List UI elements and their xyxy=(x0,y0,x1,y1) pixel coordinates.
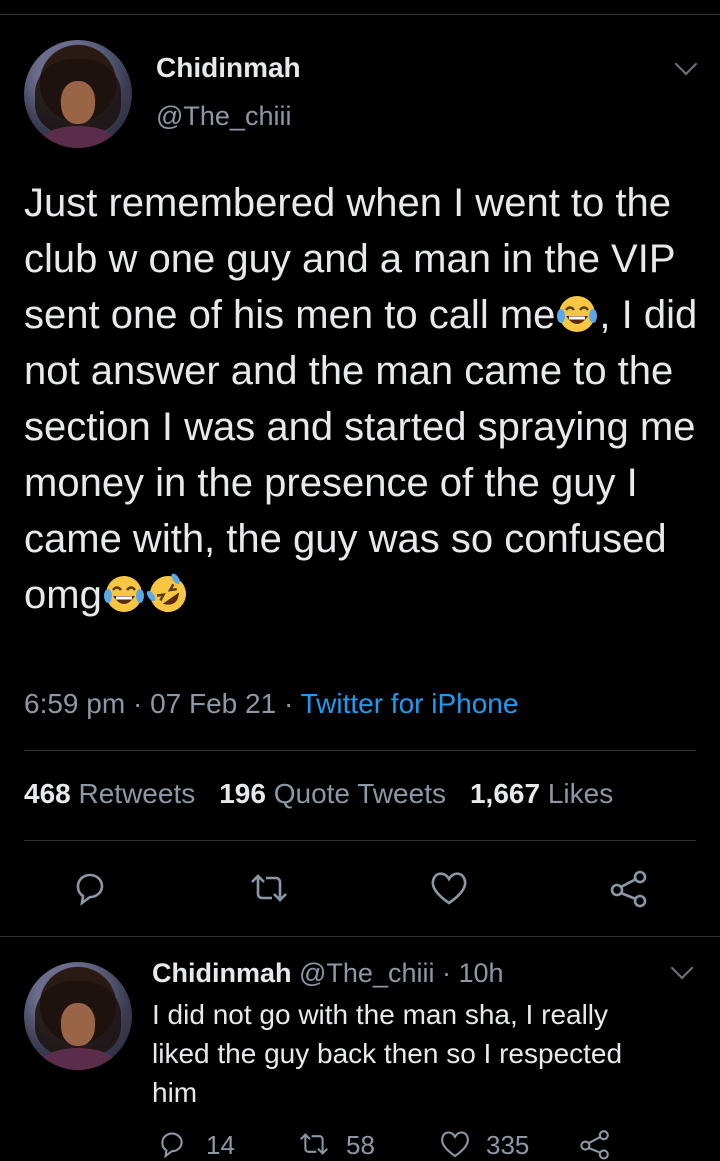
share-icon[interactable] xyxy=(578,1128,612,1160)
chevron-down-icon[interactable] xyxy=(670,956,694,980)
author-avatar[interactable] xyxy=(24,40,132,148)
retweets-count: 468 xyxy=(24,778,71,809)
likes-stat[interactable]: 1,667 Likes xyxy=(470,778,613,809)
like-icon[interactable] xyxy=(428,868,470,908)
retweet-icon[interactable] xyxy=(296,1128,332,1160)
thread-separator xyxy=(0,936,720,937)
tears-of-joy-emoji-icon xyxy=(102,572,146,616)
author-name[interactable]: Chidinmah xyxy=(156,52,301,84)
tweet-meta: 6:59 pm · 07 Feb 21 · Twitter for iPhone xyxy=(24,688,518,720)
meta-separator: · xyxy=(125,688,151,719)
tweet-time: 6:59 pm xyxy=(24,688,126,719)
reply-retweet-count: 58 xyxy=(346,1130,375,1160)
reply-author-handle[interactable]: @The_chiii xyxy=(299,958,434,988)
share-icon[interactable] xyxy=(608,868,650,908)
tears-of-joy-emoji-icon xyxy=(555,292,599,336)
quote-tweets-stat[interactable]: 196 Quote Tweets xyxy=(219,778,446,809)
meta-separator: · xyxy=(276,688,301,719)
reply-text: I did not go with the man sha, I really … xyxy=(152,999,623,1108)
avatar-shoulder xyxy=(40,126,116,148)
tweet-text-part2: , I did not answer and the man came to t… xyxy=(24,293,709,617)
retweet-icon[interactable] xyxy=(246,868,292,908)
reply-header: Chidinmah @The_chiii · 10h xyxy=(152,958,504,989)
quotes-label: Quote Tweets xyxy=(273,778,446,809)
avatar-shoulder xyxy=(40,1048,116,1070)
tweet-source-link[interactable]: Twitter for iPhone xyxy=(301,688,519,719)
tweet-text: Just remembered when I went to the club … xyxy=(24,175,704,623)
reply-reply-count: 14 xyxy=(206,1130,235,1160)
reply-icon[interactable] xyxy=(70,868,110,908)
quotes-count: 196 xyxy=(219,778,266,809)
likes-count: 1,667 xyxy=(469,778,541,809)
reply-author-avatar[interactable] xyxy=(24,962,132,1070)
like-icon[interactable] xyxy=(438,1128,472,1160)
reply-icon[interactable] xyxy=(156,1128,188,1160)
author-handle[interactable]: @The_chiii xyxy=(156,101,291,132)
retweets-stat[interactable]: 468 Retweets xyxy=(24,778,195,809)
reply-time: 10h xyxy=(458,958,504,988)
top-divider xyxy=(0,14,720,15)
rolling-on-floor-laughing-emoji-icon xyxy=(146,572,190,616)
retweets-label: Retweets xyxy=(78,778,196,809)
avatar-face xyxy=(60,81,96,125)
reply-author-name[interactable]: Chidinmah xyxy=(152,958,292,988)
divider xyxy=(24,840,696,841)
divider xyxy=(24,750,696,751)
avatar-face xyxy=(60,1003,96,1047)
reply-separator: · xyxy=(434,958,459,988)
reply-like-count: 335 xyxy=(486,1130,530,1160)
tweet-date: 07 Feb 21 xyxy=(150,688,277,719)
chevron-down-icon[interactable] xyxy=(674,52,698,76)
likes-label: Likes xyxy=(547,778,614,809)
tweet-stats: 468 Retweets 196 Quote Tweets 1,667 Likes xyxy=(24,778,613,810)
